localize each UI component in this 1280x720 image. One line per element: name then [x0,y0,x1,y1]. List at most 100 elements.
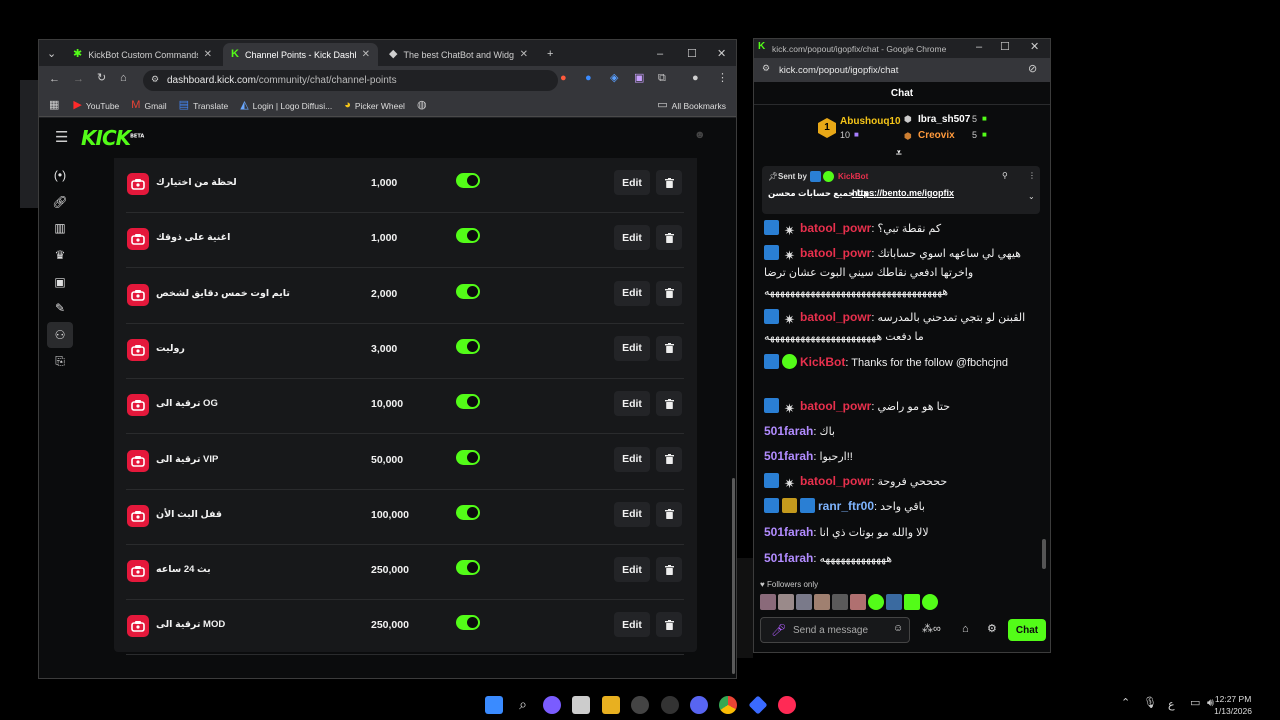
extension-flame-icon[interactable]: ● [560,73,567,84]
new-tab-button[interactable]: + [539,43,563,66]
bookmark-logo-diffusion[interactable]: ◭ Login | Logo Diffusi... [240,100,332,111]
chat-username[interactable]: 501farah [764,449,813,463]
input-language[interactable]: ع [1168,698,1175,711]
leader-name[interactable]: Abushouq10 [840,116,901,127]
unpin-icon[interactable]: ⚲ [1002,171,1008,180]
volume-icon[interactable]: 🔊︎ [1207,698,1214,709]
emote-item[interactable] [868,594,884,610]
profile-avatar-icon[interactable]: ● [692,73,699,84]
delete-reward-button[interactable] [656,501,682,527]
chat-message-input[interactable]: 🎤︎ Send a message ☺ [760,617,910,643]
emote-item[interactable] [778,594,794,610]
leader-name[interactable]: Creovix [918,130,955,141]
taskbar-clock[interactable]: 12:27 PM 1/13/2026 [1214,693,1252,717]
sidebar-item-analytics[interactable]: ▥ [47,215,73,241]
chat-username[interactable]: batool_powr [800,310,871,324]
close-icon[interactable]: ✕ [520,49,528,60]
edit-reward-button[interactable]: Edit [614,501,650,527]
edit-reward-button[interactable]: Edit [614,225,650,251]
all-bookmarks[interactable]: ▭ All Bookmarks [657,100,726,111]
reward-enabled-toggle[interactable] [456,283,480,299]
file-explorer-icon[interactable] [602,696,620,714]
reload-icon[interactable]: ↻ [97,73,106,84]
emote-item[interactable] [760,594,776,610]
reward-enabled-toggle[interactable] [456,173,480,188]
microphone-icon[interactable]: 🎙︎ [1143,698,1157,709]
bookmark-picker-wheel[interactable]: ◕ Picker Wheel [344,100,405,111]
user-avatar-icon[interactable]: ☻ [694,130,706,141]
chat-username[interactable]: batool_powr [800,221,871,235]
store-icon[interactable]: ⌂ [962,624,969,635]
settings-gear-icon[interactable] [661,696,679,714]
apps-grid-icon[interactable]: ▦ [49,100,59,111]
window-close-button[interactable]: ✕ [709,43,733,66]
edit-reward-button[interactable]: Edit [614,446,650,472]
chat-username[interactable]: KickBot [800,355,845,369]
chat-url-bar[interactable]: ⚙ kick.com/popout/igopfix/chat ⊘ [754,58,1050,82]
emote-item[interactable] [922,594,938,610]
expand-leaderboard-icon[interactable]: ⩡ [896,148,902,159]
minimize-button[interactable]: – [649,43,673,66]
delete-reward-button[interactable] [656,280,682,306]
sidebar-item-stream[interactable]: (•) [47,162,73,188]
minimize-icon[interactable]: – [976,42,982,53]
delete-reward-button[interactable] [656,612,682,638]
chrome-icon[interactable] [719,696,737,714]
sidebar-item-content[interactable]: ▣ [47,269,73,295]
tab-search-button[interactable]: ⌄ [39,43,63,66]
hamburger-menu-icon[interactable]: ☰ [55,130,68,145]
reward-enabled-toggle[interactable] [456,228,480,244]
app-diamond-icon[interactable] [748,695,768,715]
discord-icon[interactable] [690,696,708,714]
site-info-icon[interactable]: ⚙ [151,75,159,84]
delete-reward-button[interactable] [656,335,682,361]
reward-enabled-toggle[interactable] [456,394,480,410]
sidebar-item-achievements[interactable]: ♛ [47,242,73,268]
extensions-puzzle-icon[interactable]: ⧉ [658,73,666,84]
emoji-icon[interactable]: ☺ [893,623,903,634]
extension-shield-icon[interactable]: ◈ [610,73,618,84]
delete-reward-button[interactable] [656,557,682,583]
tab-chatbot-widgets[interactable]: ◆ The best ChatBot and Widgets ✕ [381,43,536,66]
address-bar[interactable]: ⚙ dashboard.kick.com/community/chat/chan… [143,70,558,91]
chat-username[interactable]: ranr_ftr00 [818,499,874,513]
site-info-icon[interactable]: ⚙ [762,64,770,73]
chat-username[interactable]: 501farah [764,525,813,539]
edit-reward-button[interactable]: Edit [614,170,650,195]
reward-enabled-toggle[interactable] [456,338,480,354]
delete-reward-button[interactable] [656,446,682,472]
reward-enabled-toggle[interactable] [456,560,480,576]
close-icon[interactable]: ✕ [362,49,370,60]
reward-enabled-toggle[interactable] [456,615,480,631]
chat-username[interactable]: 501farah [764,424,813,438]
edit-reward-button[interactable]: Edit [614,612,650,638]
leader-name[interactable]: Ibra_sh507 [918,114,970,125]
more-vert-icon[interactable]: ⋮ [717,73,728,84]
forward-arrow-icon[interactable]: → [73,74,84,85]
chat-username[interactable]: batool_powr [800,246,871,260]
sidebar-item-community[interactable]: ⚇ [47,322,73,349]
microphone-icon[interactable]: 🎤︎ [771,623,786,637]
emote-item[interactable] [850,594,866,610]
emote-item[interactable] [886,594,902,610]
reward-enabled-toggle[interactable] [456,504,480,520]
emote-item[interactable] [814,594,830,610]
close-icon[interactable]: ✕ [204,49,212,60]
eye-off-icon[interactable]: ⊘ [1028,64,1037,75]
channel-points-icon[interactable]: ⁂∞ [922,624,941,635]
more-vert-icon[interactable]: ⋮ [1028,171,1036,180]
close-icon[interactable]: ✕ [1030,42,1039,53]
emote-item[interactable] [796,594,812,610]
chevron-down-icon[interactable]: ⌄ [1028,192,1035,201]
bookmark-gmail[interactable]: M Gmail [131,100,166,111]
bookmark-translate[interactable]: ▤ Translate [179,100,229,111]
tab-channel-points[interactable]: K Channel Points - Kick Dashboard ✕ [223,43,378,66]
extension-blue-icon[interactable]: ● [585,73,592,84]
delete-reward-button[interactable] [656,391,682,417]
kick-logo[interactable]: KICKBETA [81,126,144,150]
gear-icon[interactable]: ⚙ [987,624,997,635]
windows-start-icon[interactable] [485,696,503,714]
chat-scrollbar[interactable] [1042,539,1046,569]
edit-reward-button[interactable]: Edit [614,391,650,417]
sidebar-item-monetization[interactable]: ⎘ [47,349,73,375]
